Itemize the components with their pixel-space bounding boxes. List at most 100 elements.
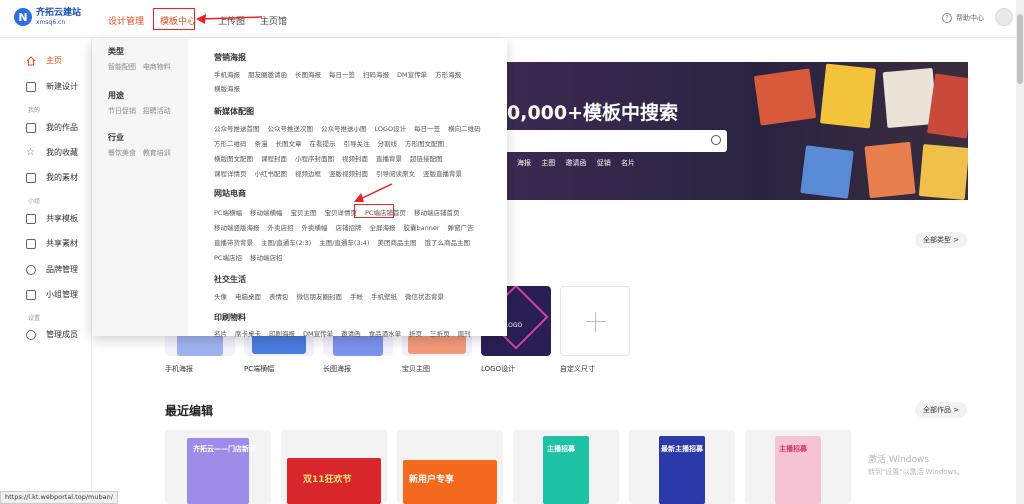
menu-item[interactable]: DM宣传单 [397, 71, 427, 79]
tag-promotion[interactable]: 促销 [597, 159, 611, 167]
menu-item[interactable]: 长图海报 [295, 71, 321, 79]
recent-card[interactable]: 齐拓云——门店新客 [165, 430, 271, 504]
menu-item[interactable]: 横版图文配图 [214, 155, 253, 163]
menu-item[interactable]: 课程封面 [261, 155, 287, 163]
menu-item[interactable]: 方形海报 [435, 71, 461, 79]
menu-item[interactable]: 手机海报 [214, 71, 240, 79]
sub-link[interactable]: 电商物料 [143, 63, 171, 71]
menu-item[interactable]: 移动端店铺首页 [414, 209, 460, 217]
menu-item[interactable]: 方形图文配图 [405, 140, 444, 148]
menu-item[interactable]: 横向二维码 [448, 125, 481, 133]
menu-item[interactable]: 小红书配图 [255, 170, 288, 178]
menu-item[interactable]: 移动端横幅 [250, 209, 283, 217]
menu-item[interactable]: 美团商品主图 [377, 239, 416, 247]
sidebar-item-members[interactable]: 管理成员 [26, 329, 78, 340]
menu-item[interactable]: DM宣传单 [303, 330, 333, 338]
sidebar-item-shared-template[interactable]: 共享模板 [26, 213, 78, 224]
tag-invitation[interactable]: 邀请函 [565, 159, 586, 167]
menu-item[interactable]: 直播带货背景 [214, 239, 253, 247]
sidebar-item-new-design[interactable]: 新建设计 [26, 81, 78, 92]
all-types-button[interactable]: 全部类型 > [915, 232, 968, 248]
menu-item[interactable]: 引导阅读原文 [376, 170, 415, 178]
menu-item[interactable]: 席卡桌卡 [235, 330, 261, 338]
menu-item[interactable]: 引导关注 [344, 140, 370, 148]
scrollbar-thumb[interactable] [1017, 14, 1023, 84]
menu-item[interactable]: 主图/直通车(2:3) [261, 239, 311, 247]
recent-card[interactable]: 双11狂欢节 [281, 430, 387, 504]
search-icon[interactable] [711, 135, 721, 145]
menu-item[interactable]: 宝贝主图 [290, 209, 316, 217]
menu-item[interactable]: 移动端竖版海报 [214, 224, 260, 232]
sub-link[interactable]: 招聘活动 [143, 107, 171, 115]
menu-item[interactable]: 条漫 [255, 140, 268, 148]
sub-link[interactable]: 节日促销 [108, 107, 136, 115]
menu-item[interactable]: 公众号推送小图 [321, 125, 367, 133]
recent-card[interactable]: 新用户专享 [397, 430, 503, 504]
menu-item[interactable]: 横版海报 [214, 85, 240, 93]
sidebar-item-home[interactable]: 主页 [26, 55, 62, 66]
menu-item[interactable]: 外卖横幅 [302, 224, 328, 232]
menu-item[interactable]: 手机壁纸 [371, 293, 397, 301]
category-usage[interactable]: 用途 [108, 90, 124, 101]
all-works-button[interactable]: 全部作品 > [915, 402, 968, 418]
menu-item[interactable]: 微信朋友圈封面 [297, 293, 343, 301]
page-scrollbar[interactable] [1016, 0, 1024, 504]
nav-upload[interactable]: 上传图 [218, 14, 245, 27]
sidebar-item-materials[interactable]: 我的素材 [26, 172, 78, 183]
menu-item[interactable]: 主图/直通车(3:4) [319, 239, 369, 247]
menu-item[interactable]: 公众号推送首图 [214, 125, 260, 133]
menu-item[interactable]: 移动端店招 [250, 254, 283, 262]
menu-item[interactable]: 印刷海报 [269, 330, 295, 338]
menu-item[interactable]: 小程序封面图 [295, 155, 334, 163]
menu-item[interactable]: 表情包 [269, 293, 289, 301]
menu-item[interactable]: 超链接配图 [410, 155, 443, 163]
menu-item[interactable]: 在看提示 [310, 140, 336, 148]
menu-item[interactable]: 朋友圈邀请函 [248, 71, 287, 79]
menu-item[interactable]: 视频边框 [295, 170, 321, 178]
recent-card[interactable]: 主播招募 [745, 430, 851, 504]
sidebar-item-favorites[interactable]: ☆ 我的收藏 [26, 147, 78, 158]
sidebar-item-group[interactable]: 小组管理 [26, 289, 78, 300]
sub-link[interactable]: 智能配图 [108, 63, 136, 71]
sub-link[interactable]: 餐饮美食 [108, 149, 136, 157]
nav-homepage[interactable]: 主页馆 [260, 14, 287, 27]
sidebar-item-shared-material[interactable]: 共享素材 [26, 238, 78, 249]
search-input[interactable] [507, 130, 727, 152]
menu-item[interactable]: 电脑桌面 [235, 293, 261, 301]
menu-item[interactable]: 手帐 [350, 293, 363, 301]
menu-item[interactable]: 三折页 [430, 330, 450, 338]
menu-item[interactable]: 课程详情页 [214, 170, 247, 178]
sidebar-item-brand[interactable]: 品牌管理 [26, 264, 78, 275]
avatar[interactable] [995, 8, 1013, 26]
menu-item[interactable]: 直播背景 [376, 155, 402, 163]
recent-card[interactable]: 最新主播招募 [629, 430, 735, 504]
menu-item[interactable]: 名片 [214, 330, 227, 338]
recent-card[interactable]: 主播招募 [513, 430, 619, 504]
menu-item[interactable]: 公众号推送次图 [268, 125, 314, 133]
menu-item-product-detail[interactable]: 宝贝详情页 [324, 209, 357, 217]
menu-item[interactable]: LOGO设计 [375, 125, 407, 133]
menu-item[interactable]: 竖版直播背景 [423, 170, 462, 178]
menu-item[interactable]: 分割线 [378, 140, 398, 148]
tag-business-card[interactable]: 名片 [621, 159, 635, 167]
menu-item[interactable]: 扫码海报 [363, 71, 389, 79]
menu-item[interactable]: 视频封面 [342, 155, 368, 163]
menu-item[interactable]: 方形二维码 [214, 140, 247, 148]
menu-item[interactable]: 全屏海报 [370, 224, 396, 232]
menu-item[interactable]: 头像 [214, 293, 227, 301]
menu-item[interactable]: 食品酒水单 [369, 330, 402, 338]
site-logo[interactable]: N 齐拓云建站 xmsq6.cn [14, 8, 81, 26]
menu-item[interactable]: PC端横幅 [214, 209, 242, 217]
menu-item[interactable]: 竖版视频封面 [329, 170, 368, 178]
menu-item[interactable]: 每日一签 [329, 71, 355, 79]
menu-item[interactable]: 长图文章 [276, 140, 302, 148]
sub-link[interactable]: 教育培训 [143, 149, 171, 157]
tag-main-image[interactable]: 主图 [541, 159, 555, 167]
tag-poster[interactable]: 海报 [517, 159, 531, 167]
menu-item[interactable]: 邀请函 [341, 330, 361, 338]
menu-item[interactable]: 周刊 [458, 330, 471, 338]
menu-item[interactable]: 折页 [409, 330, 422, 338]
custom-size-card[interactable] [560, 286, 630, 356]
menu-item[interactable]: 饿了么商品主图 [424, 239, 470, 247]
menu-item[interactable]: 弹窗广告 [448, 224, 474, 232]
